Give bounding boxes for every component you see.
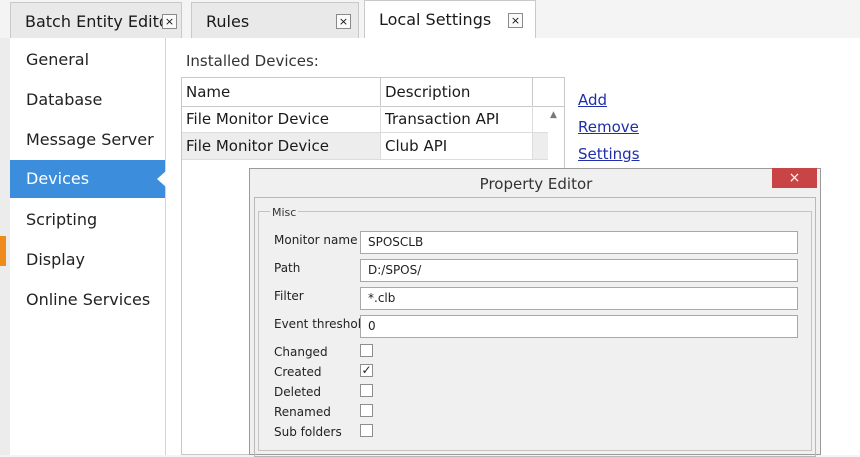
dialog-title: Property Editor <box>479 175 593 193</box>
renamed-label: Renamed <box>274 405 331 419</box>
cell-name: File Monitor Device <box>182 133 381 159</box>
group-title: Misc <box>270 206 299 219</box>
monitor-name-field[interactable]: SPOSCLB <box>360 231 798 254</box>
settings-sidebar: General Database Message Server Devices … <box>10 38 166 455</box>
deleted-label: Deleted <box>274 385 322 399</box>
deleted-checkbox[interactable] <box>360 384 373 397</box>
tab-label: Local Settings <box>379 10 492 29</box>
device-settings-link[interactable]: Settings <box>578 145 640 163</box>
created-label: Created <box>274 365 322 379</box>
event-threshold-label: Event threshold <box>274 317 369 331</box>
close-button[interactable]: × <box>772 168 817 188</box>
close-icon[interactable]: × <box>162 14 177 29</box>
column-header-description[interactable]: Description <box>381 78 533 106</box>
tab-bar: Batch Entity Editor × Rules × Local Sett… <box>0 0 860 39</box>
scroll-up-icon[interactable]: ▲ <box>550 110 557 120</box>
close-icon[interactable]: × <box>336 14 351 29</box>
event-threshold-field[interactable]: 0 <box>360 315 798 338</box>
path-field[interactable]: D:/SPOS/ <box>360 259 798 282</box>
sidebar-item-message-server[interactable]: Message Server <box>10 121 165 159</box>
tab-batch-entity-editor[interactable]: Batch Entity Editor × <box>10 2 182 38</box>
grid-header: Name Description <box>182 78 564 107</box>
selection-notch <box>157 171 166 187</box>
tab-label: Batch Entity Editor <box>25 12 176 31</box>
sidebar-item-online-services[interactable]: Online Services <box>10 281 165 319</box>
tab-label: Rules <box>206 12 250 31</box>
filter-label: Filter <box>274 289 304 303</box>
table-row[interactable]: File Monitor Device Transaction API <box>182 106 548 133</box>
sub-folders-label: Sub folders <box>274 425 342 439</box>
sidebar-item-scripting[interactable]: Scripting <box>10 201 165 239</box>
tab-rules[interactable]: Rules × <box>191 2 359 38</box>
remove-device-link[interactable]: Remove <box>578 118 639 136</box>
created-checkbox[interactable]: ✓ <box>360 364 373 377</box>
column-header-name[interactable]: Name <box>182 78 381 106</box>
monitor-name-label: Monitor name <box>274 233 358 247</box>
sidebar-item-general[interactable]: General <box>10 41 165 79</box>
close-icon[interactable]: × <box>508 13 523 28</box>
filter-field[interactable]: *.clb <box>360 287 798 310</box>
installed-devices-label: Installed Devices: <box>186 52 319 70</box>
property-editor-dialog: Property Editor × Misc Monitor name SPOS… <box>249 168 821 457</box>
changed-label: Changed <box>274 345 328 359</box>
table-row[interactable]: File Monitor Device Club API <box>182 133 548 160</box>
renamed-checkbox[interactable] <box>360 404 373 417</box>
sidebar-item-label: Devices <box>26 169 90 188</box>
tab-local-settings[interactable]: Local Settings × <box>364 0 536 39</box>
changed-checkbox[interactable] <box>360 344 373 357</box>
sidebar-item-devices[interactable]: Devices <box>10 160 166 198</box>
cell-name: File Monitor Device <box>182 106 381 132</box>
path-label: Path <box>274 261 301 275</box>
add-device-link[interactable]: Add <box>578 91 607 109</box>
cell-description: Transaction API <box>381 106 533 132</box>
sidebar-item-database[interactable]: Database <box>10 81 165 119</box>
sidebar-item-display[interactable]: Display <box>10 241 165 279</box>
side-marker <box>0 236 6 266</box>
sub-folders-checkbox[interactable] <box>360 424 373 437</box>
cell-description: Club API <box>381 133 533 159</box>
